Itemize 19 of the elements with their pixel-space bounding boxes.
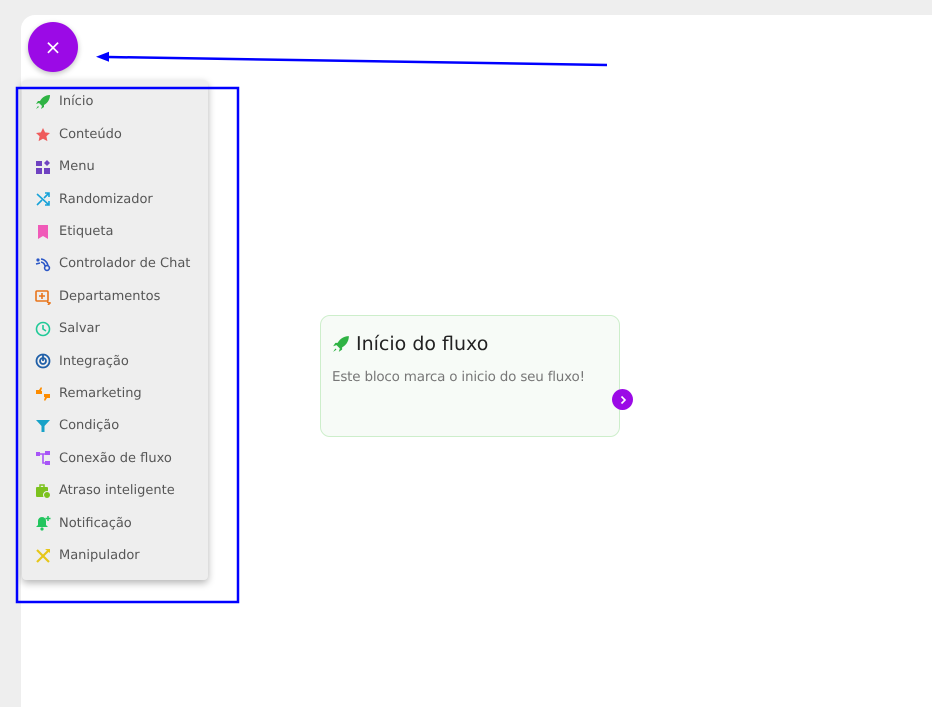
- menu-item[interactable]: Salvar: [22, 312, 208, 346]
- menu-item[interactable]: Randomizador: [22, 183, 208, 216]
- menu-item[interactable]: Etiqueta: [22, 216, 208, 248]
- menu-item[interactable]: Integração: [22, 345, 208, 378]
- menu-item[interactable]: Conexão de fluxo: [22, 442, 208, 475]
- menu-item[interactable]: Manipulador: [22, 539, 208, 572]
- menu-item[interactable]: Controlador de Chat: [22, 248, 208, 280]
- menu-item[interactable]: Remarketing: [22, 378, 208, 410]
- menu-item[interactable]: Departamentos: [22, 280, 208, 313]
- menu-item[interactable]: Notificação: [22, 507, 208, 540]
- rocket-icon: [332, 335, 350, 354]
- menu-item[interactable]: Condição: [22, 410, 208, 442]
- node-description: Este bloco marca o inicio do seu fluxo!: [332, 368, 586, 386]
- node-title: Início do fluxo: [356, 332, 488, 357]
- menu-item[interactable]: Atraso inteligente: [22, 474, 208, 508]
- start-node-card[interactable]: Início do fluxo Este bloco marca o inicio do seu fluxo!: [320, 315, 620, 437]
- menu-item[interactable]: Menu: [22, 150, 208, 184]
- menu-item[interactable]: Conteúdo: [22, 118, 208, 151]
- menu-item[interactable]: Início: [22, 86, 208, 118]
